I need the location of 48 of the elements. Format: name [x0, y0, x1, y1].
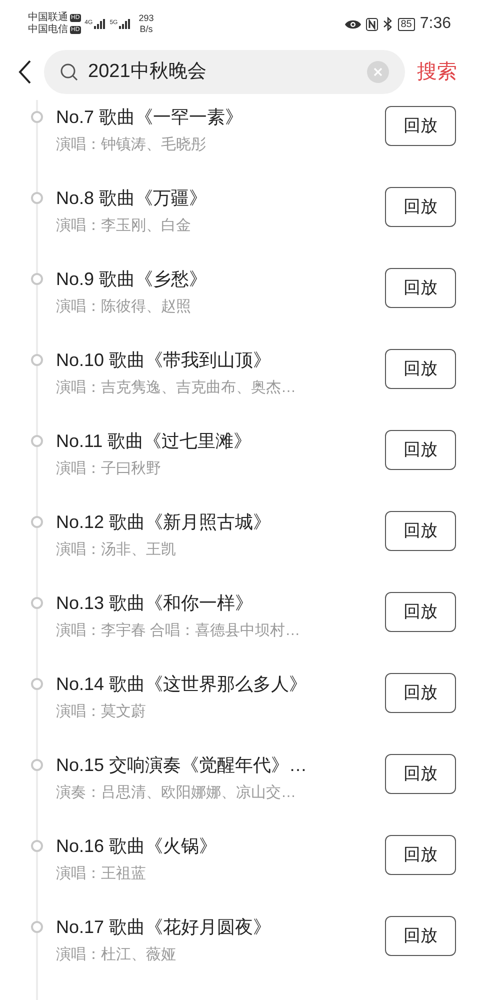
clock-time: 7:36 [420, 14, 451, 34]
replay-button[interactable]: 回放 [385, 187, 456, 227]
search-icon [60, 63, 78, 81]
performers-text: 演唱：杜江、薇娅 [56, 945, 177, 965]
replay-button[interactable]: 回放 [385, 592, 456, 632]
program-title: No.11 歌曲《过七里滩》 [56, 430, 253, 453]
signal-icon [94, 19, 106, 29]
program-title: No.13 歌曲《和你一样》 [56, 592, 254, 615]
back-icon[interactable] [18, 60, 32, 84]
program-title: No.14 歌曲《这世界那么多人》 [56, 673, 308, 696]
performers-text: 演唱：钟镇涛、毛晓彤 [56, 135, 207, 155]
carrier-name: 中国电信 [28, 24, 68, 36]
performers-text: 演唱：王祖蓝 [56, 864, 147, 884]
replay-button[interactable]: 回放 [385, 835, 456, 875]
speed-unit: B/s [140, 24, 153, 35]
search-field[interactable]: 2021中秋晚会 [44, 50, 405, 94]
program-title: No.9 歌曲《乡愁》 [56, 268, 208, 291]
replay-button[interactable]: 回放 [385, 268, 456, 308]
speed-value: 293 [138, 13, 154, 24]
performers-text: 演唱：汤非、王凯 [56, 540, 177, 560]
bluetooth-icon [382, 17, 393, 31]
replay-button[interactable]: 回放 [385, 754, 456, 794]
program-title: No.12 歌曲《新月照古城》 [56, 511, 272, 534]
program-title: No.7 歌曲《一罕一素》 [56, 106, 244, 129]
program-title: No.15 交响演奏《觉醒年代》… [56, 754, 308, 777]
search-button[interactable]: 搜索 [417, 57, 457, 87]
carrier-name: 中国联通 [28, 12, 68, 24]
performers-text: 演唱：李玉刚、白金 [56, 216, 192, 236]
program-title: No.16 歌曲《火锅》 [56, 835, 218, 858]
battery-icon: 85 [398, 18, 415, 30]
replay-button[interactable]: 回放 [385, 673, 456, 713]
program-title: No.17 歌曲《花好月圆夜》 [56, 916, 272, 939]
performers-text: 演唱：莫文蔚 [56, 702, 147, 722]
replay-button[interactable]: 回放 [385, 916, 456, 956]
signal-icon [118, 19, 131, 29]
performers-text: 演唱：子曰秋野 [56, 459, 162, 479]
replay-button[interactable]: 回放 [385, 349, 456, 389]
performers-text: 演唱：吉克隽逸、吉克曲布、奥杰… [56, 378, 297, 398]
performers-text: 演唱：陈彼得、赵照 [56, 297, 192, 317]
performers-text: 演奏：吕思清、欧阳娜娜、凉山交… [56, 783, 297, 803]
replay-button[interactable]: 回放 [385, 511, 456, 551]
nfc-icon [366, 18, 378, 30]
performers-text: 演唱：李宇春 合唱：喜德县中坝村… [56, 621, 302, 641]
replay-button[interactable]: 回放 [385, 106, 456, 146]
eye-icon [344, 18, 361, 30]
replay-button[interactable]: 回放 [385, 430, 456, 470]
program-title: No.10 歌曲《带我到山顶》 [56, 349, 272, 372]
program-title: No.8 歌曲《万疆》 [56, 187, 208, 210]
